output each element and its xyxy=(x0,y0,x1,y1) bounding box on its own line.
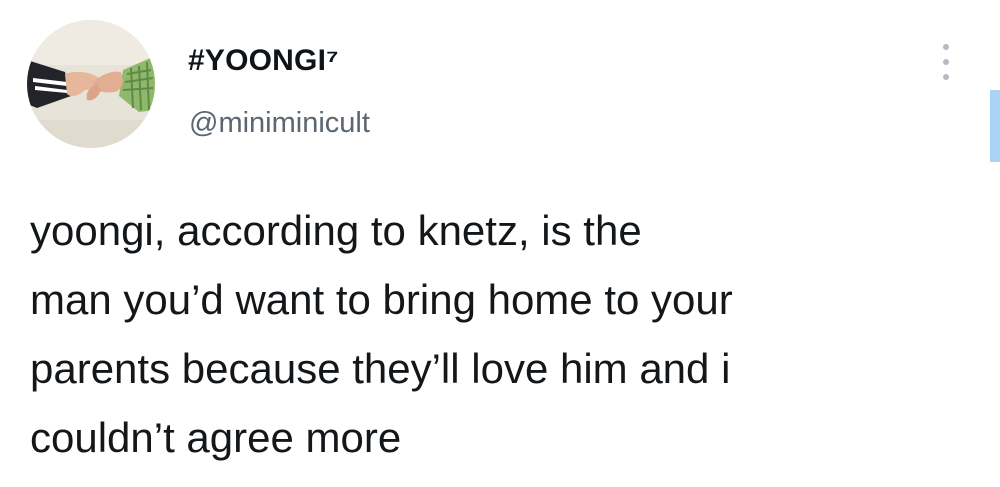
scroll-indicator[interactable] xyxy=(990,90,1000,162)
more-vertical-icon[interactable] xyxy=(936,44,956,80)
tweet-text: yoongi, according to knetz, is the man y… xyxy=(30,196,980,472)
menu-dot xyxy=(943,74,949,80)
user-handle[interactable]: @miniminicult xyxy=(189,107,370,140)
avatar[interactable] xyxy=(27,20,155,148)
tweet-text-line: parents because they’ll love him and i xyxy=(30,345,731,392)
menu-dot xyxy=(943,59,949,65)
tweet-text-line: yoongi, according to knetz, is the xyxy=(30,207,642,254)
tweet-text-line: couldn’t agree more xyxy=(30,414,402,461)
tweet-card: #YOONGI⁷ @miniminicult yoongi, according… xyxy=(0,0,1000,487)
tweet-text-line: man you’d want to bring home to your xyxy=(30,276,733,323)
avatar-image xyxy=(27,20,155,148)
display-name[interactable]: #YOONGI⁷ xyxy=(188,44,339,78)
menu-dot xyxy=(943,44,949,50)
